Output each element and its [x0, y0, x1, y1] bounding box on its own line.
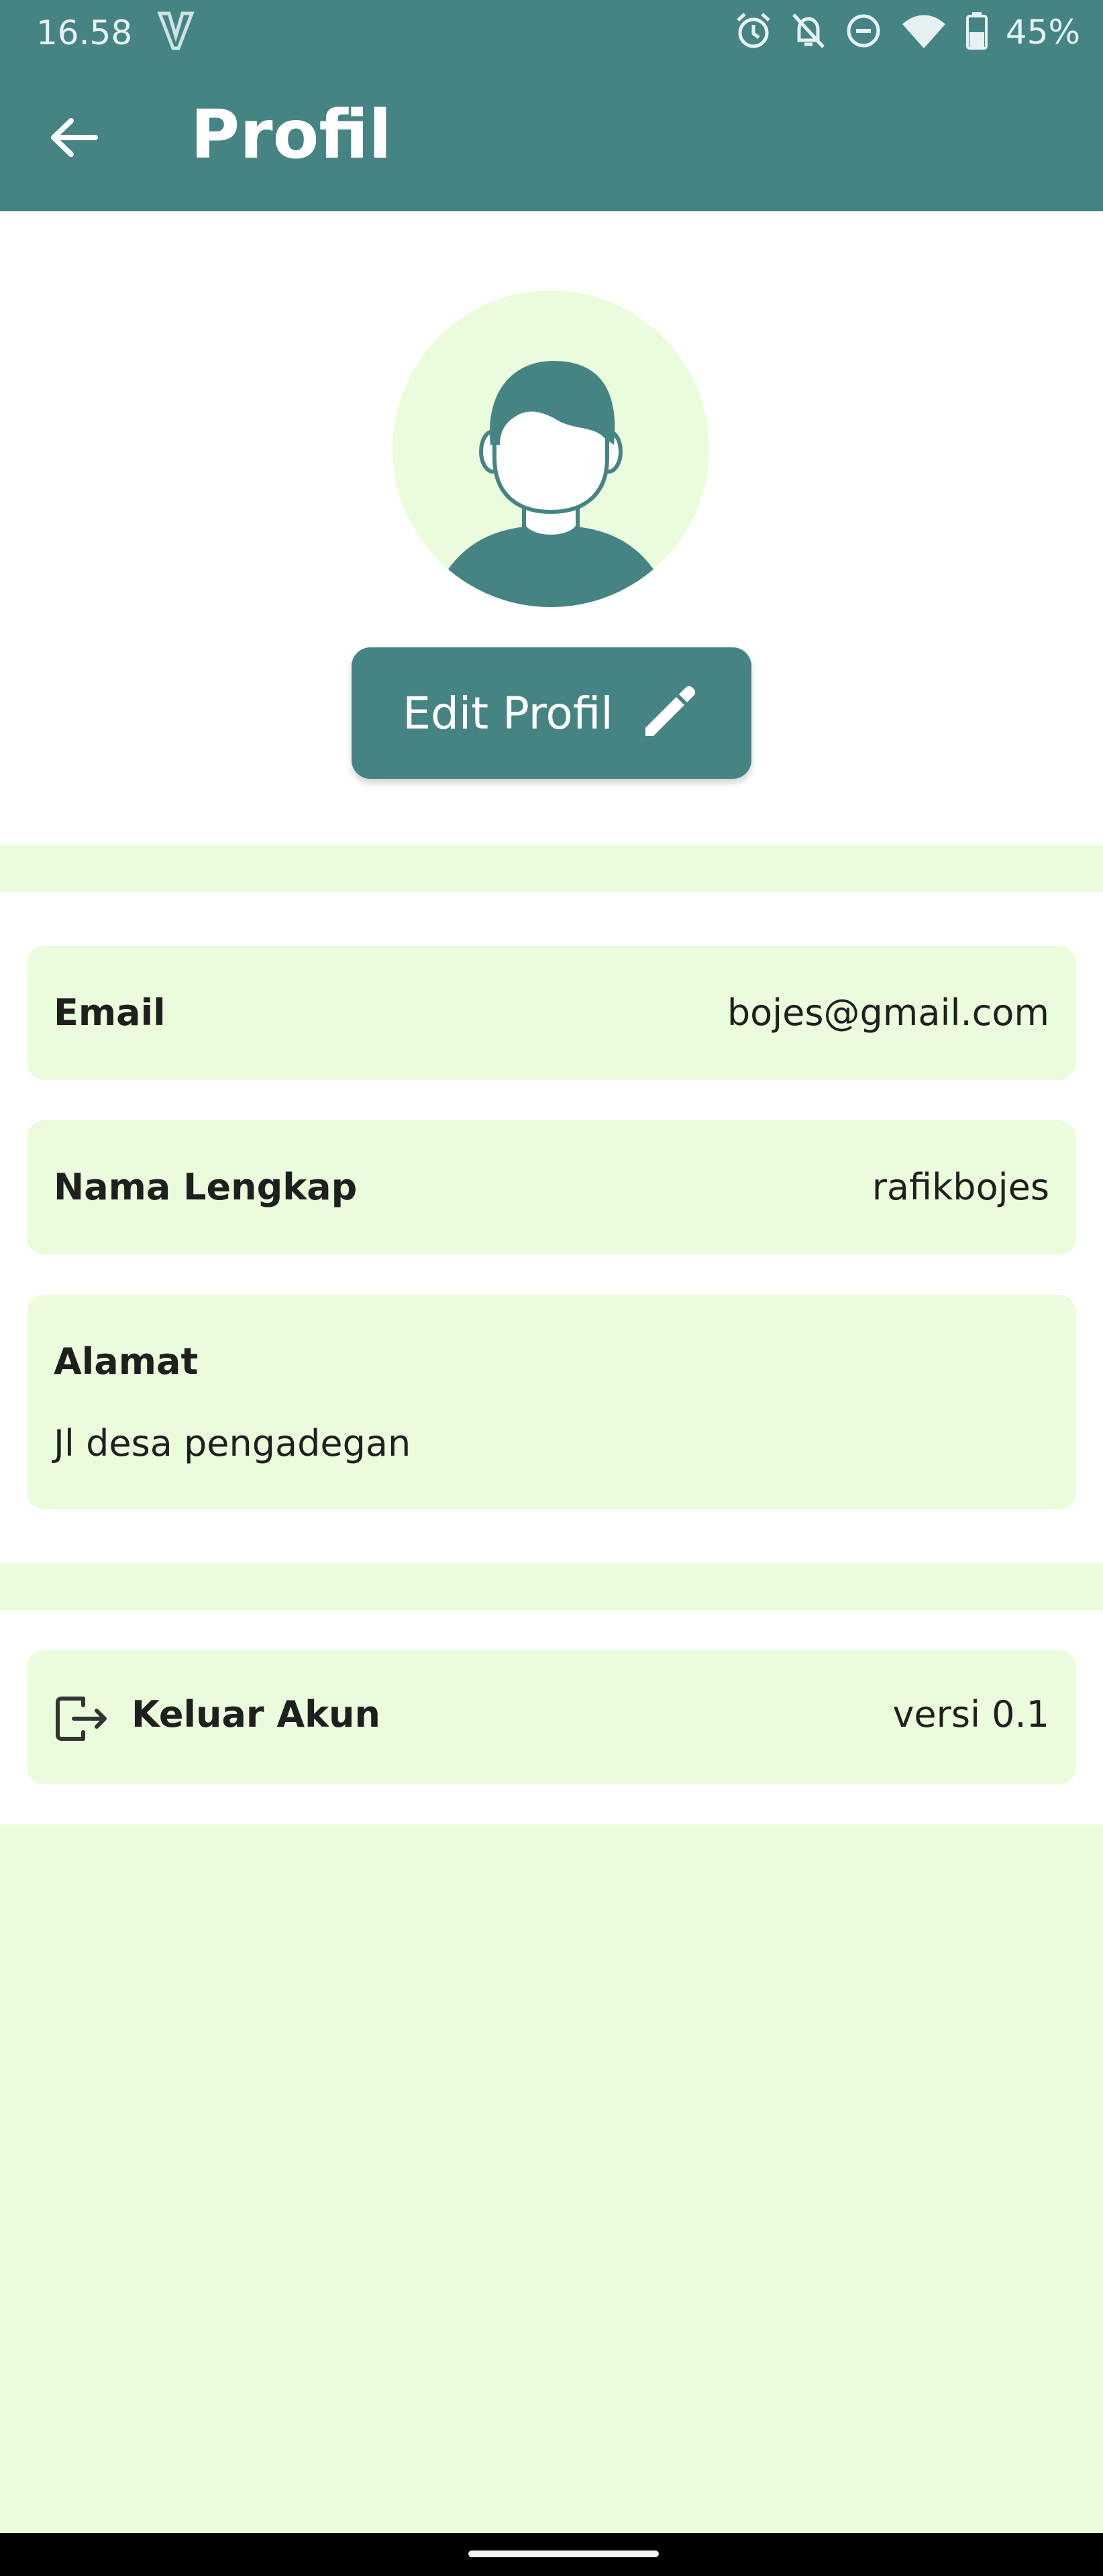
email-row: Email bojes@gmail.com [27, 946, 1076, 1080]
battery-percentage: 45% [1005, 13, 1080, 52]
fullname-value: rafikbojes [872, 1166, 1049, 1208]
arrow-back-icon[interactable] [47, 114, 101, 161]
edit-profile-label: Edit Profil [403, 687, 613, 739]
person-avatar-icon [392, 290, 709, 607]
logout-icon [54, 1692, 110, 1748]
address-row: Alamat Jl desa pengadegan [27, 1295, 1076, 1509]
email-label: Email [54, 991, 166, 1034]
do-not-disturb-icon [845, 11, 882, 54]
status-time: 16.58 [36, 13, 133, 52]
system-nav-bar [0, 2533, 1103, 2576]
home-gesture-handle[interactable] [468, 2551, 659, 2557]
logout-label: Keluar Akun [132, 1693, 380, 1735]
profile-details: Email bojes@gmail.com Nama Lengkap rafik… [0, 892, 1103, 1563]
logout-button[interactable]: Keluar Akun versi 0.1 [27, 1650, 1076, 1784]
page-title: Profil [191, 95, 392, 174]
app-bar: Profil [0, 67, 1103, 211]
logout-section: Keluar Akun versi 0.1 [0, 1610, 1103, 1825]
status-icons: 45% [735, 11, 1080, 54]
v-carrier-icon [156, 9, 196, 55]
fullname-row: Nama Lengkap rafikbojes [27, 1120, 1076, 1254]
address-value: Jl desa pengadegan [54, 1422, 411, 1464]
edit-profile-button[interactable]: Edit Profil [352, 647, 751, 779]
status-bar: 16.58 45% [0, 0, 1103, 67]
address-label: Alamat [54, 1340, 199, 1383]
notifications-off-icon [790, 11, 827, 54]
profile-header: Edit Profil [0, 211, 1103, 845]
profile-screen: 16.58 45% Profil Edit Profil Email bojes… [0, 0, 1103, 2576]
email-value: bojes@gmail.com [727, 991, 1049, 1034]
alarm-icon [735, 11, 772, 54]
battery-icon [965, 11, 988, 54]
wifi-icon [900, 11, 948, 54]
app-version: versi 0.1 [892, 1693, 1049, 1735]
pencil-icon [636, 680, 700, 747]
fullname-label: Nama Lengkap [54, 1166, 358, 1208]
